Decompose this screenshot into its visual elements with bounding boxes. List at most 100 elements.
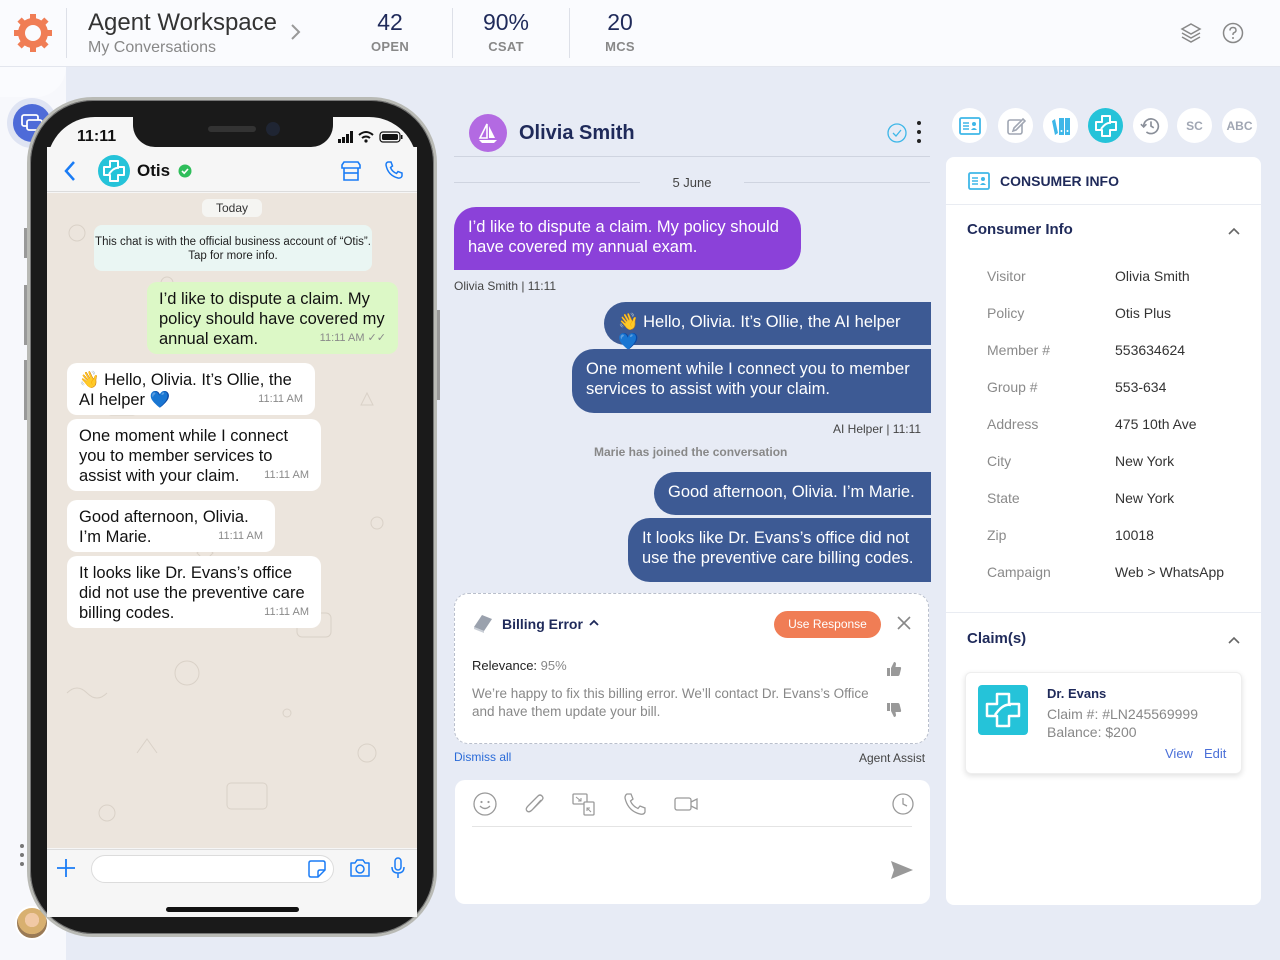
stat-mcs[interactable]: 20 MCS [580, 9, 660, 54]
edit-icon [1006, 117, 1026, 135]
screen-share-icon[interactable] [572, 792, 596, 816]
info-key: City [987, 453, 1012, 469]
divider [472, 826, 912, 827]
claim-edit-link[interactable]: Edit [1204, 746, 1226, 761]
stat-label: OPEN [370, 39, 410, 54]
clock-icon[interactable] [891, 792, 915, 816]
chevron-right-icon[interactable] [287, 22, 303, 42]
stat-csat[interactable]: 90% CSAT [466, 9, 546, 54]
relevance: Relevance: 95% [472, 658, 567, 673]
more-options-icon[interactable] [915, 121, 923, 145]
thumbs-up-icon[interactable] [886, 661, 902, 677]
divider [452, 8, 453, 58]
bot-message: One moment while I connect you to member… [572, 349, 931, 413]
health-cross-icon [985, 692, 1021, 728]
health-cross-icon [1094, 114, 1117, 137]
claim-provider-icon [978, 685, 1028, 735]
contact-avatar[interactable] [98, 155, 130, 187]
binders-icon [1051, 117, 1070, 135]
dismiss-all-link[interactable]: Dismiss all [454, 750, 511, 764]
whatsapp-message-input[interactable] [91, 855, 334, 883]
attachment-icon[interactable] [523, 792, 547, 816]
message-bubble-incoming: One moment while I connect you to member… [67, 419, 321, 491]
thumbs-down-icon[interactable] [886, 702, 902, 718]
phone-speaker [208, 126, 256, 132]
divider [454, 182, 640, 183]
sailboat-icon [478, 123, 497, 143]
info-value: Web > WhatsApp [1115, 564, 1225, 580]
divider [66, 8, 67, 58]
chevron-up-icon[interactable] [1227, 633, 1241, 647]
divider [744, 182, 930, 183]
divider [946, 612, 1261, 613]
stat-label: MCS [605, 39, 635, 54]
conversation-contact-name: Olivia Smith [519, 122, 635, 144]
info-key: State [987, 490, 1020, 506]
assist-suggestion-text: We’re happy to fix this billing error. W… [472, 686, 869, 719]
info-value: New York [1115, 490, 1175, 506]
nav-more-icon[interactable] [20, 844, 26, 871]
emoji-icon[interactable] [473, 792, 497, 816]
message-bubble-incoming: Good afternoon, Olivia. I’m Marie. 11:11… [67, 500, 275, 552]
info-value: 553634624 [1115, 342, 1186, 358]
use-response-button[interactable]: Use Response [774, 611, 881, 638]
message-bubble-incoming: It looks like Dr. Evans’s office did not… [67, 556, 321, 628]
home-indicator[interactable] [166, 907, 299, 912]
contact-name[interactable]: Otis [137, 161, 170, 181]
tab-sc[interactable]: SC [1177, 108, 1212, 143]
tab-health[interactable] [1088, 108, 1123, 143]
plus-icon[interactable] [56, 857, 76, 879]
stat-open[interactable]: 42 OPEN [350, 9, 430, 54]
claim-number: Claim #: #LN245569999 [1047, 706, 1198, 722]
close-icon[interactable] [896, 615, 912, 631]
phone-icon[interactable] [623, 792, 647, 816]
bot-message: 👋 Hello, Olivia. It’s Ollie, the AI help… [604, 302, 931, 351]
tab-binders[interactable] [1043, 108, 1078, 143]
wifi-icon [358, 131, 374, 139]
claim-view-link[interactable]: View [1165, 746, 1193, 761]
business-account-notice[interactable]: This chat is with the official business … [94, 225, 372, 271]
message-time: 11:11 AM [218, 530, 263, 542]
panel-header: CONSUMER INFO [1000, 173, 1119, 189]
customer-message: I’d like to dispute a claim. My policy s… [454, 207, 801, 270]
claim-provider: Dr. Evans [1047, 686, 1107, 701]
system-message: Marie has joined the conversation [594, 445, 788, 459]
camera-icon[interactable] [349, 858, 371, 878]
layers-icon[interactable] [1180, 22, 1202, 44]
tab-consumer-info[interactable] [952, 108, 987, 143]
info-value: Otis Plus [1115, 305, 1172, 321]
chevron-up-icon[interactable] [588, 617, 600, 629]
workspace-subtitle[interactable]: My Conversations [88, 39, 216, 57]
message-input[interactable] [472, 836, 872, 892]
divider [569, 8, 570, 58]
resolve-check-icon[interactable] [887, 123, 907, 143]
history-icon [1139, 117, 1159, 134]
contact-avatar[interactable] [469, 114, 507, 152]
tab-abc[interactable]: ABC [1222, 108, 1257, 143]
message-bubble-outgoing: I’d like to dispute a claim. My policy s… [147, 282, 398, 354]
sticker-icon[interactable] [308, 860, 326, 878]
phone-notch [133, 117, 333, 147]
info-value: 475 10th Ave [1115, 416, 1197, 432]
tab-history[interactable] [1133, 108, 1168, 143]
info-key: Visitor [987, 268, 1026, 284]
phone-call-icon[interactable] [384, 160, 404, 180]
info-value: 10018 [1115, 527, 1154, 543]
consumer-info-section-title[interactable]: Consumer Info [967, 221, 1073, 238]
chevron-up-icon[interactable] [1227, 224, 1241, 238]
message-bubble-incoming: 👋 Hello, Olivia. It’s Ollie, the AI help… [67, 363, 315, 415]
back-icon[interactable] [62, 159, 78, 183]
store-icon[interactable] [340, 160, 362, 182]
tab-notes[interactable] [998, 108, 1033, 143]
send-icon[interactable] [890, 860, 914, 880]
microphone-icon[interactable] [391, 857, 405, 879]
claims-section-title[interactable]: Claim(s) [967, 630, 1026, 647]
stat-label: CSAT [488, 39, 524, 54]
agent-message: Good afternoon, Olivia. I’m Marie. [654, 472, 931, 515]
phone-button [437, 310, 440, 400]
help-icon[interactable] [1222, 22, 1244, 44]
video-icon[interactable] [674, 792, 698, 816]
assist-title[interactable]: Billing Error [502, 616, 583, 632]
date-divider: 5 June [672, 175, 712, 190]
brand-logo-icon [14, 14, 52, 52]
